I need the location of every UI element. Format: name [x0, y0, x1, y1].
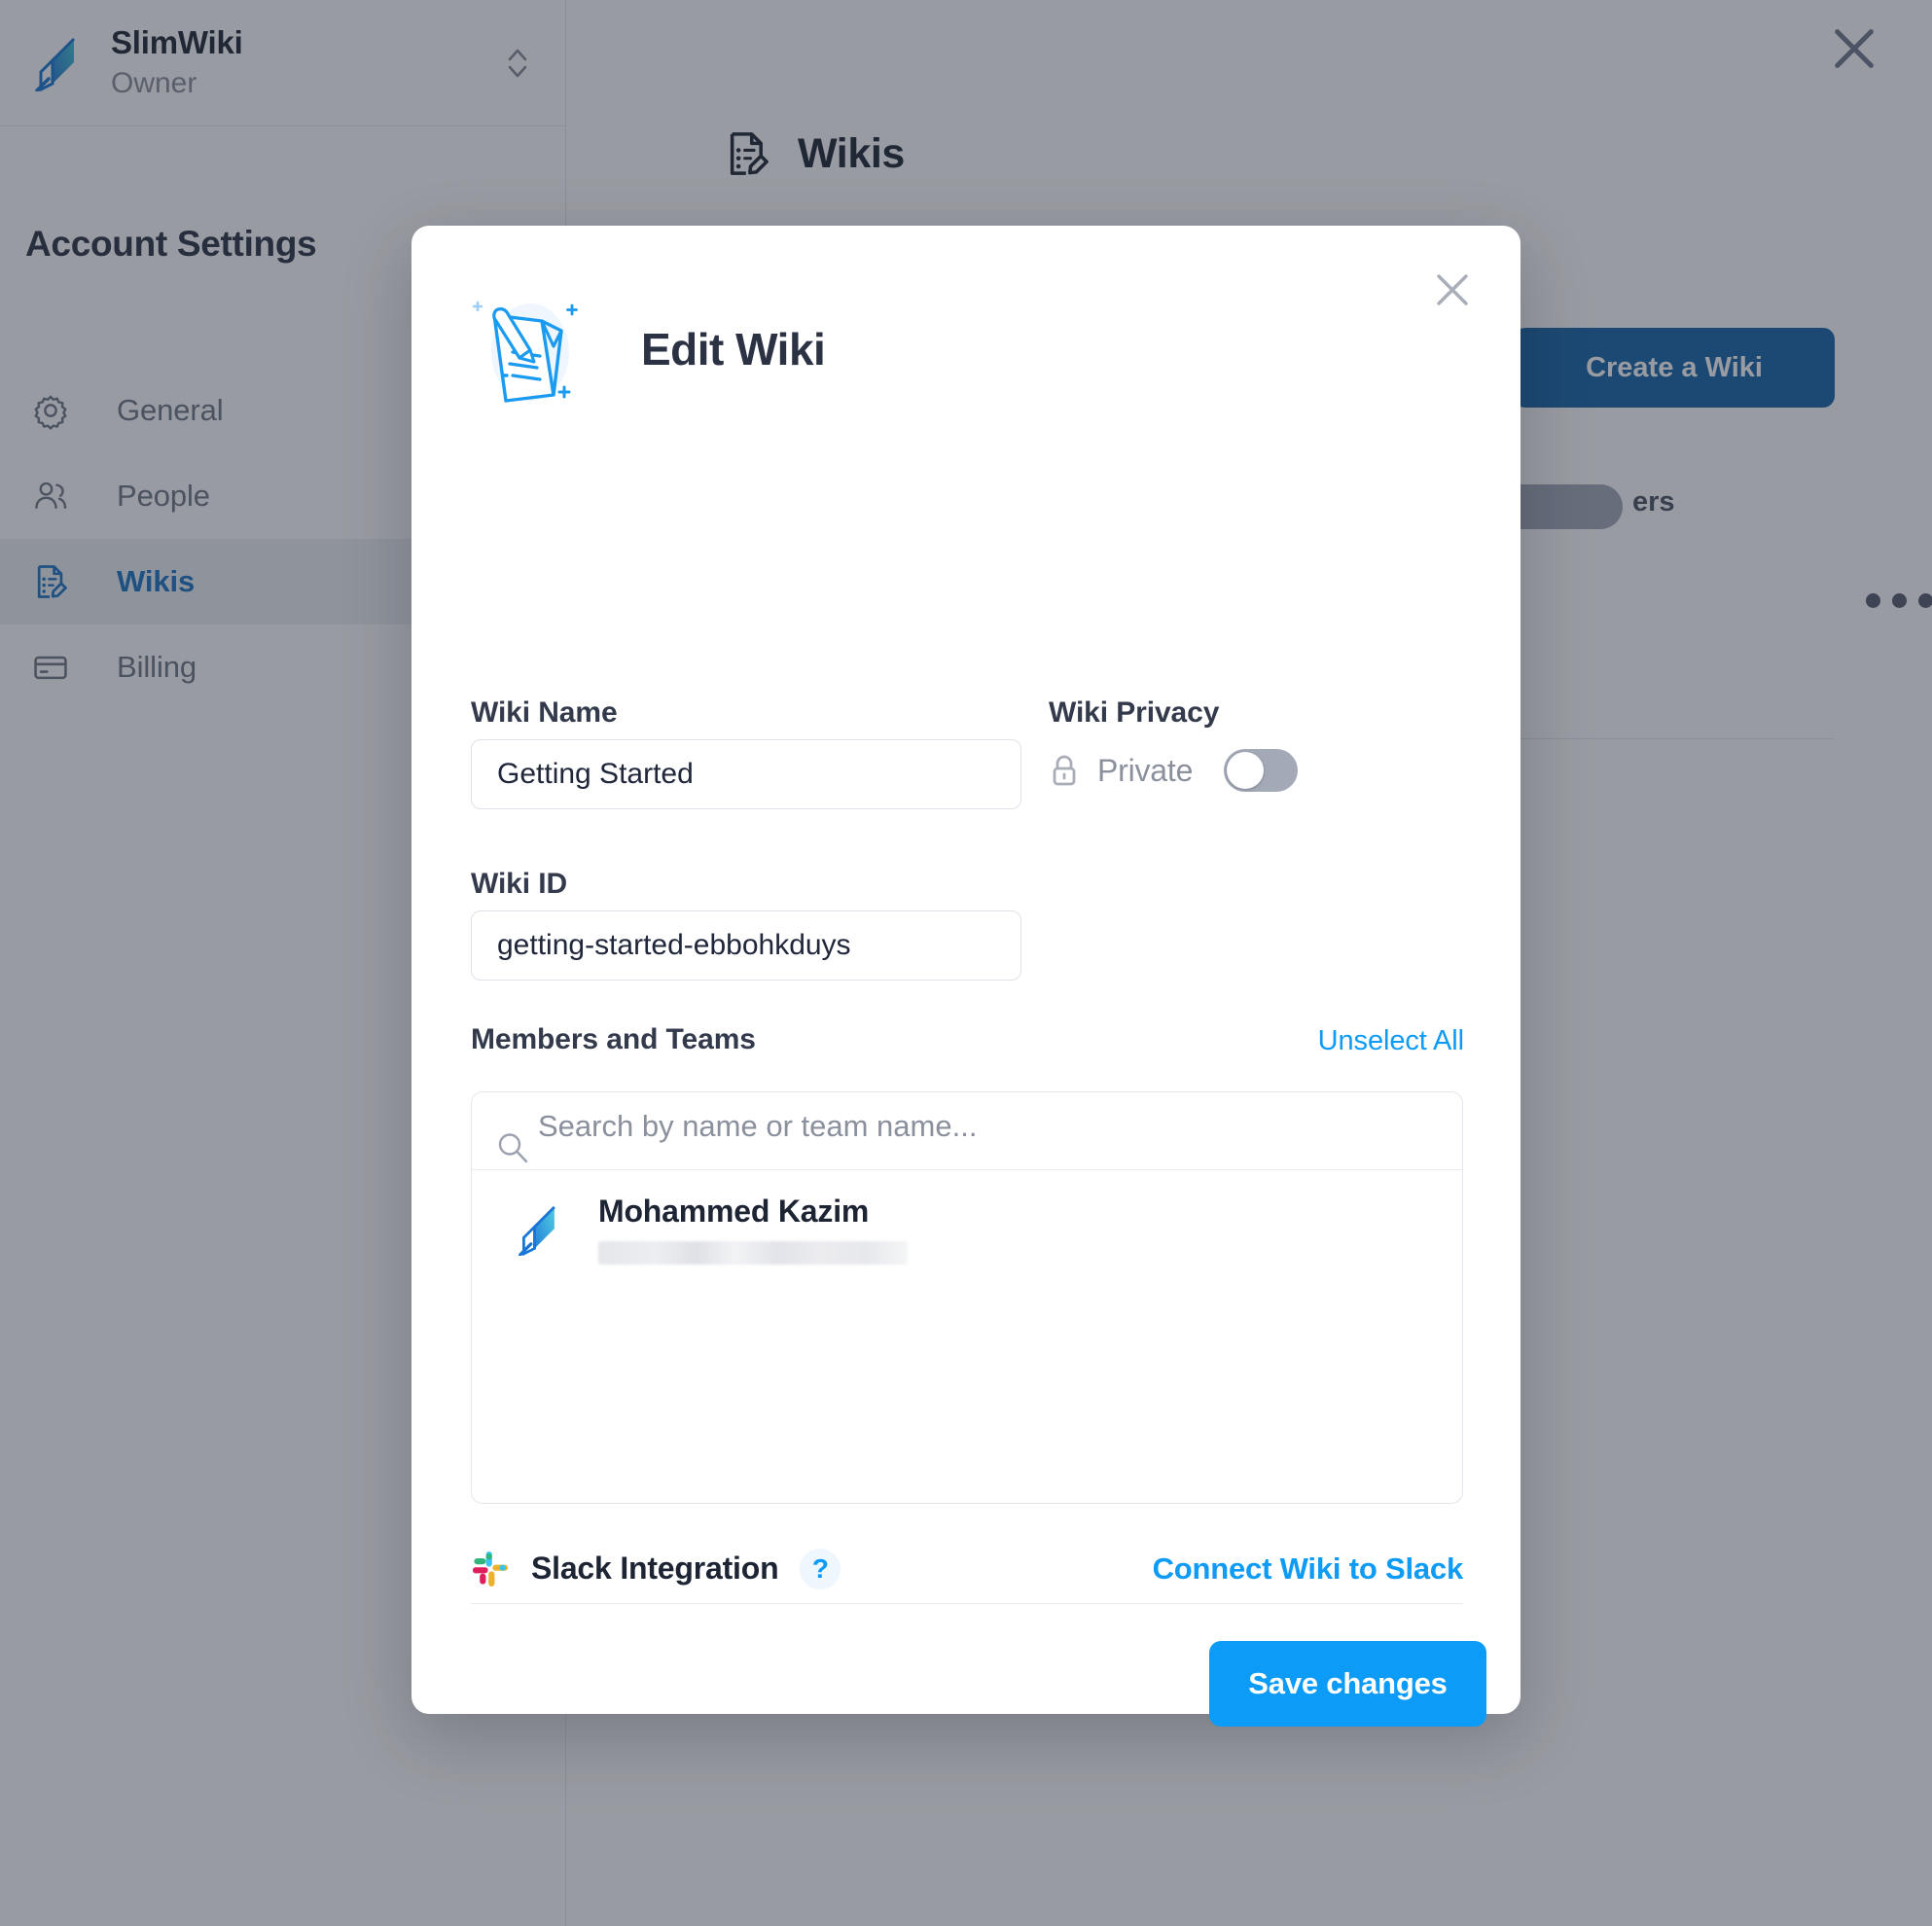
- toggle-knob: [1227, 752, 1265, 789]
- modal-overlay[interactable]: Edit Wiki Wiki Name Wiki ID Wiki Privacy…: [0, 0, 1932, 1926]
- wiki-id-label: Wiki ID: [471, 868, 568, 900]
- modal-header: Edit Wiki: [472, 286, 826, 412]
- members-search-row[interactable]: [472, 1092, 1462, 1170]
- members-search-input[interactable]: [538, 1104, 1413, 1149]
- close-icon[interactable]: [1819, 14, 1889, 84]
- slack-integration-label: Slack Integration: [531, 1551, 779, 1586]
- modal-title: Edit Wiki: [641, 324, 826, 374]
- save-changes-button[interactable]: Save changes: [1209, 1641, 1486, 1727]
- edit-wiki-illustration-icon: [472, 286, 598, 412]
- member-email-redacted: [598, 1241, 908, 1265]
- members-panel: Mohammed Kazim: [471, 1091, 1463, 1504]
- slack-integration-row: Slack Integration ? Connect Wiki to Slac…: [471, 1534, 1463, 1604]
- feather-logo-icon: [517, 1203, 565, 1257]
- wiki-name-input[interactable]: [471, 739, 1021, 809]
- wiki-privacy-row: Private: [1049, 749, 1299, 792]
- close-icon[interactable]: [1425, 263, 1480, 317]
- help-icon[interactable]: ?: [800, 1548, 841, 1589]
- member-name: Mohammed Kazim: [598, 1194, 870, 1229]
- wiki-id-input[interactable]: [471, 910, 1021, 981]
- member-info: Mohammed Kazim: [598, 1194, 908, 1265]
- unselect-all-link[interactable]: Unselect All: [1318, 1025, 1464, 1057]
- lock-icon: [1049, 753, 1080, 788]
- privacy-toggle[interactable]: [1224, 749, 1299, 792]
- members-and-teams-label: Members and Teams: [471, 1023, 756, 1055]
- search-icon: [496, 1131, 529, 1164]
- privacy-state-label: Private: [1097, 752, 1194, 788]
- list-item[interactable]: Mohammed Kazim: [472, 1170, 1462, 1265]
- connect-wiki-to-slack-link[interactable]: Connect Wiki to Slack: [1153, 1552, 1464, 1587]
- edit-wiki-modal: Edit Wiki Wiki Name Wiki ID Wiki Privacy…: [411, 226, 1521, 1727]
- wiki-name-label: Wiki Name: [471, 696, 618, 729]
- slack-icon: [471, 1550, 510, 1588]
- app-root: SlimWiki Owner Account Settings General …: [0, 0, 1932, 1926]
- wiki-privacy-label: Wiki Privacy: [1049, 696, 1220, 729]
